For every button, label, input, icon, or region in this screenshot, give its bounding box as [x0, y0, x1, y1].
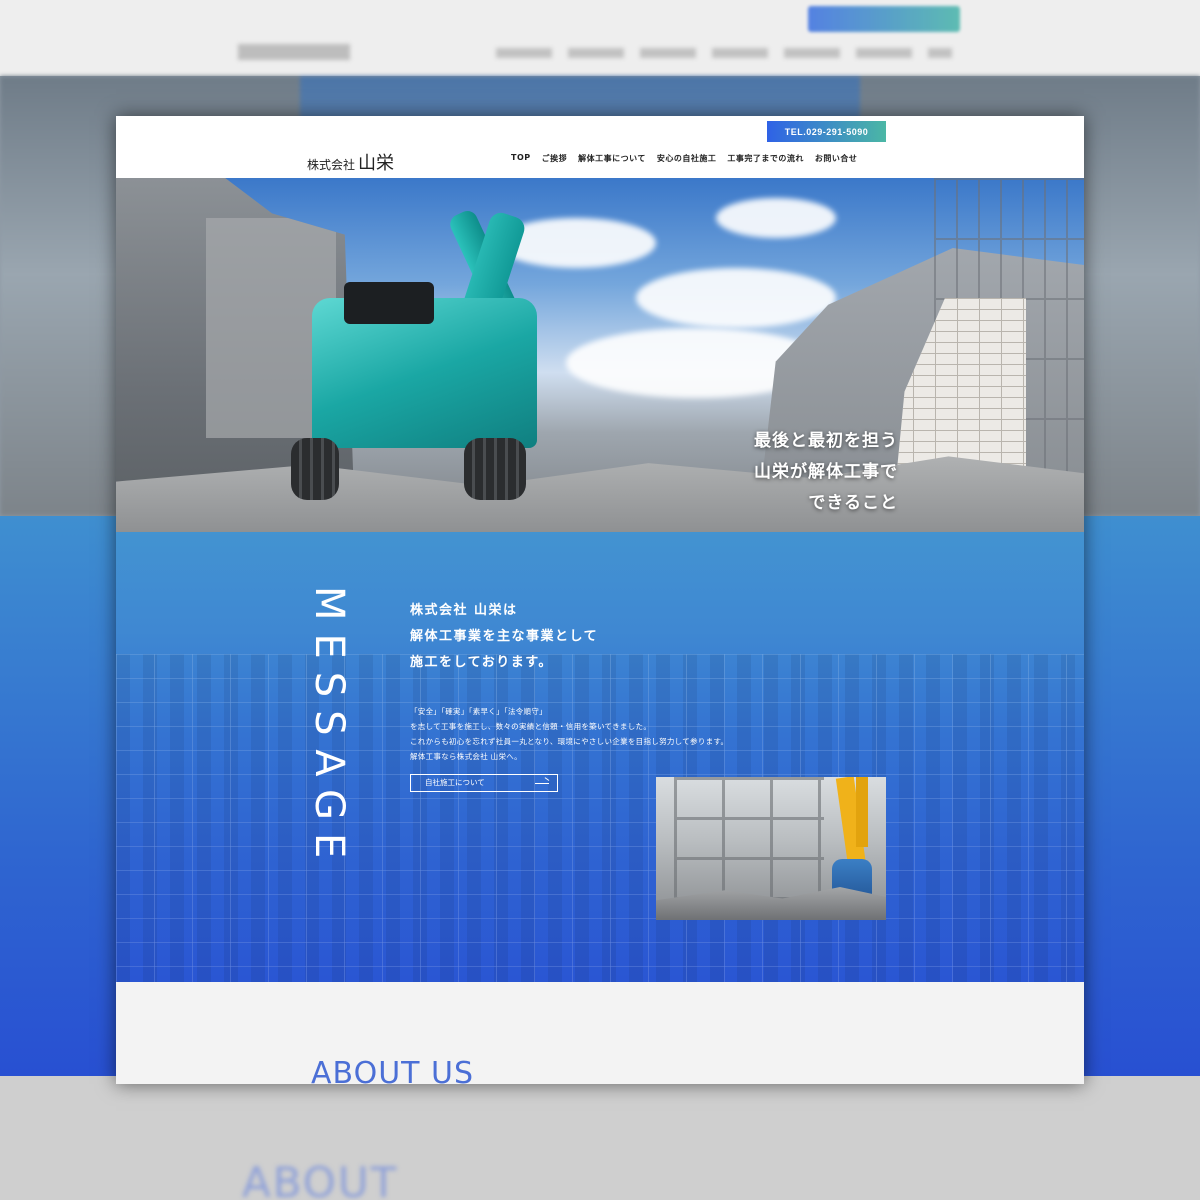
- message-lead-line: 株式会社 山栄は: [410, 603, 518, 618]
- excavator-track-left: [291, 438, 339, 500]
- site-header: TEL.029-291-5090 株式会社 山栄 TOP ご挨拶 解体工事について…: [116, 116, 1084, 178]
- backdrop-about: [0, 1076, 1200, 1200]
- message-body-line: 解体工事なら株式会社 山栄へ。: [410, 752, 522, 761]
- tel-button[interactable]: TEL.029-291-5090: [767, 121, 886, 142]
- logo-company-name: 山栄: [358, 153, 395, 174]
- demolition-photo: [656, 777, 886, 920]
- nav-in-house[interactable]: 安心の自社施工: [657, 153, 717, 164]
- nav-top[interactable]: TOP: [511, 153, 531, 164]
- backdrop-about-title: ABOUT US: [242, 1158, 399, 1200]
- nav-contact[interactable]: お問い合せ: [815, 153, 858, 164]
- backdrop-tel-button: [808, 6, 960, 32]
- hero-catchcopy: 最後と最初を担う 山栄が解体工事で できること: [754, 426, 898, 519]
- website-preview-card: TEL.029-291-5090 株式会社 山栄 TOP ご挨拶 解体工事について…: [116, 116, 1084, 1084]
- message-lead: 株式会社 山栄は 解体工事業を主な事業として 施工をしております。: [410, 598, 598, 676]
- message-body-line: を志して工事を施工し、数々の実績と信頼・信用を築いてきました。: [410, 722, 652, 731]
- excavator-track-right: [464, 438, 526, 500]
- hero-copy-line: 山栄が解体工事で: [754, 462, 898, 482]
- site-logo[interactable]: 株式会社 山栄: [307, 149, 395, 174]
- logo-company-type: 株式会社: [307, 158, 356, 172]
- arrow-right-icon: [535, 783, 549, 784]
- in-house-construction-button[interactable]: 自社施工について: [410, 774, 558, 792]
- message-body-line: これからも初心を忘れず社員一丸となり、環境にやさしい企業を目指し努力して参ります…: [410, 737, 729, 746]
- backdrop-logo: [238, 44, 350, 60]
- hero-copy-line: できること: [808, 493, 898, 513]
- hero-copy-line: 最後と最初を担う: [754, 431, 898, 451]
- global-nav: TOP ご挨拶 解体工事について 安心の自社施工 工事完了までの流れ お問い合せ: [511, 153, 868, 164]
- about-section: ABOUT US: [116, 982, 1084, 1084]
- message-body-line: 「安全」「確実」「素早く」「法令順守」: [410, 707, 547, 716]
- in-house-construction-button-label: 自社施工について: [425, 778, 485, 787]
- hero-image: 最後と最初を担う 山栄が解体工事で できること: [116, 178, 1084, 532]
- nav-flow[interactable]: 工事完了までの流れ: [727, 153, 804, 164]
- about-title: ABOUT US: [311, 1056, 475, 1084]
- nav-demolition[interactable]: 解体工事について: [578, 153, 646, 164]
- message-lead-line: 解体工事業を主な事業として: [410, 629, 599, 644]
- message-lead-line: 施工をしております。: [410, 655, 553, 670]
- backdrop-header: [0, 0, 1200, 76]
- message-body: 「安全」「確実」「素早く」「法令順守」 を志して工事を施工し、数々の実績と信頼・…: [410, 704, 728, 764]
- nav-greeting[interactable]: ご挨拶: [542, 153, 568, 164]
- message-section: MESSAGE 株式会社 山栄は 解体工事業を主な事業として 施工をしております…: [116, 532, 1084, 982]
- excavator-cab: [344, 282, 434, 324]
- backdrop-nav: [496, 48, 952, 58]
- message-vertical-title: MESSAGE: [306, 586, 352, 872]
